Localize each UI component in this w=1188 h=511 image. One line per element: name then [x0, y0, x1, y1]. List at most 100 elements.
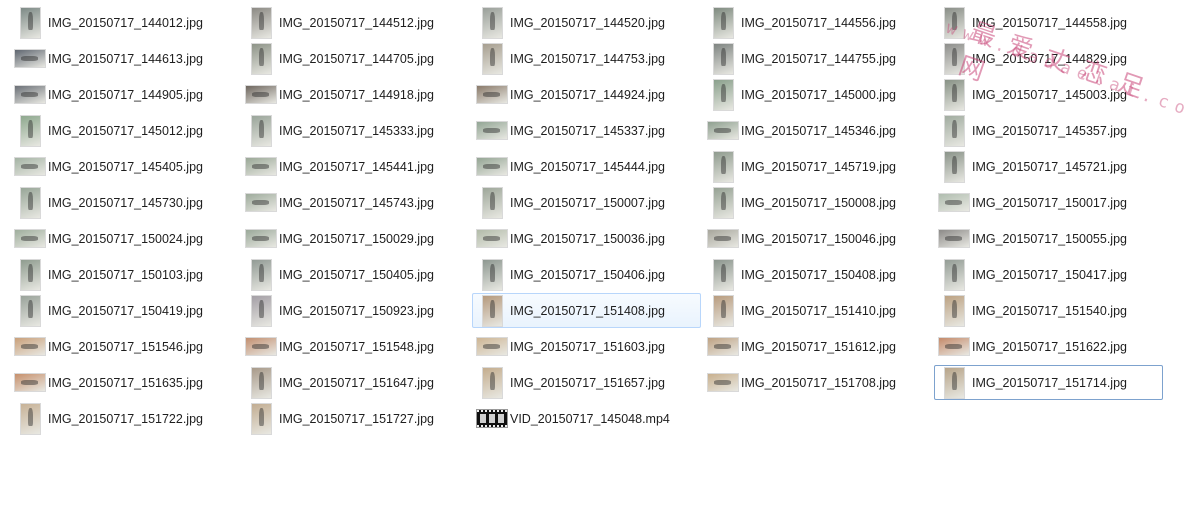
thumbnail-slot: [14, 403, 46, 435]
file-item[interactable]: IMG_20150717_145333.jpg: [241, 113, 470, 148]
file-item[interactable]: IMG_20150717_145346.jpg: [703, 113, 932, 148]
file-item[interactable]: IMG_20150717_150024.jpg: [10, 221, 239, 256]
image-thumbnail: [15, 50, 45, 67]
file-name: IMG_20150717_150024.jpg: [48, 231, 203, 246]
file-item[interactable]: IMG_20150717_145337.jpg: [472, 113, 701, 148]
file-item[interactable]: IMG_20150717_151622.jpg: [934, 329, 1163, 364]
file-item[interactable]: IMG_20150717_144512.jpg: [241, 5, 470, 40]
file-name: IMG_20150717_145444.jpg: [510, 159, 665, 174]
file-item[interactable]: IMG_20150717_145357.jpg: [934, 113, 1163, 148]
file-name: IMG_20150717_145730.jpg: [48, 195, 203, 210]
thumbnail-slot: [245, 7, 277, 39]
image-thumbnail: [708, 338, 738, 355]
thumbnail-slot: [938, 7, 970, 39]
file-item[interactable]: IMG_20150717_151612.jpg: [703, 329, 932, 364]
file-item[interactable]: IMG_20150717_144918.jpg: [241, 77, 470, 112]
file-item[interactable]: IMG_20150717_144613.jpg: [10, 41, 239, 76]
file-name: VID_20150717_145048.mp4: [510, 411, 670, 426]
file-item[interactable]: IMG_20150717_151647.jpg: [241, 365, 470, 400]
thumbnail-slot: [707, 79, 739, 111]
file-item[interactable]: VID_20150717_145048.mp4: [472, 401, 701, 436]
file-item[interactable]: IMG_20150717_144558.jpg: [934, 5, 1163, 40]
image-thumbnail: [20, 7, 40, 38]
image-thumbnail: [15, 86, 45, 103]
file-item[interactable]: IMG_20150717_151635.jpg: [10, 365, 239, 400]
file-item[interactable]: IMG_20150717_150036.jpg: [472, 221, 701, 256]
file-item[interactable]: IMG_20150717_151603.jpg: [472, 329, 701, 364]
image-thumbnail: [20, 403, 40, 434]
file-item[interactable]: IMG_20150717_144829.jpg: [934, 41, 1163, 76]
file-item[interactable]: IMG_20150717_145743.jpg: [241, 185, 470, 220]
file-item[interactable]: IMG_20150717_145444.jpg: [472, 149, 701, 184]
file-name: IMG_20150717_150046.jpg: [741, 231, 896, 246]
file-item[interactable]: IMG_20150717_144924.jpg: [472, 77, 701, 112]
file-item[interactable]: IMG_20150717_150417.jpg: [934, 257, 1163, 292]
file-name: IMG_20150717_145346.jpg: [741, 123, 896, 138]
thumbnail-slot: [476, 187, 508, 219]
file-item[interactable]: IMG_20150717_151722.jpg: [10, 401, 239, 436]
file-item[interactable]: IMG_20150717_145719.jpg: [703, 149, 932, 184]
thumbnail-slot: [14, 223, 46, 255]
file-name: IMG_20150717_145405.jpg: [48, 159, 203, 174]
file-item[interactable]: IMG_20150717_144705.jpg: [241, 41, 470, 76]
file-item[interactable]: IMG_20150717_145730.jpg: [10, 185, 239, 220]
file-item[interactable]: IMG_20150717_151546.jpg: [10, 329, 239, 364]
file-item[interactable]: IMG_20150717_151727.jpg: [241, 401, 470, 436]
file-item[interactable]: IMG_20150717_150408.jpg: [703, 257, 932, 292]
file-name: IMG_20150717_150923.jpg: [279, 303, 434, 318]
file-item[interactable]: IMG_20150717_150017.jpg: [934, 185, 1163, 220]
file-name: IMG_20150717_145721.jpg: [972, 159, 1127, 174]
file-item[interactable]: IMG_20150717_150029.jpg: [241, 221, 470, 256]
thumbnail-slot: [707, 7, 739, 39]
file-item[interactable]: IMG_20150717_150007.jpg: [472, 185, 701, 220]
file-name: IMG_20150717_150036.jpg: [510, 231, 665, 246]
file-item[interactable]: IMG_20150717_151408.jpg: [472, 293, 701, 328]
file-item[interactable]: IMG_20150717_150055.jpg: [934, 221, 1163, 256]
thumbnail-slot: [476, 151, 508, 183]
file-name: IMG_20150717_145012.jpg: [48, 123, 203, 138]
file-item[interactable]: IMG_20150717_151708.jpg: [703, 365, 932, 400]
file-item[interactable]: IMG_20150717_151548.jpg: [241, 329, 470, 364]
file-item[interactable]: IMG_20150717_150923.jpg: [241, 293, 470, 328]
thumbnail-slot: [14, 187, 46, 219]
file-item[interactable]: IMG_20150717_145721.jpg: [934, 149, 1163, 184]
thumbnail-slot: [476, 43, 508, 75]
file-item[interactable]: IMG_20150717_145003.jpg: [934, 77, 1163, 112]
file-item[interactable]: IMG_20150717_144755.jpg: [703, 41, 932, 76]
file-name: IMG_20150717_151408.jpg: [510, 303, 665, 318]
image-thumbnail: [246, 230, 276, 247]
file-item[interactable]: IMG_20150717_151540.jpg: [934, 293, 1163, 328]
file-name: IMG_20150717_151727.jpg: [279, 411, 434, 426]
file-name: IMG_20150717_144512.jpg: [279, 15, 434, 30]
file-name: IMG_20150717_151722.jpg: [48, 411, 203, 426]
file-item[interactable]: IMG_20150717_151714.jpg: [934, 365, 1163, 400]
file-item[interactable]: IMG_20150717_151657.jpg: [472, 365, 701, 400]
thumbnail-slot: [14, 7, 46, 39]
image-thumbnail: [20, 295, 40, 326]
file-item[interactable]: IMG_20150717_145441.jpg: [241, 149, 470, 184]
file-item[interactable]: IMG_20150717_151410.jpg: [703, 293, 932, 328]
file-item[interactable]: IMG_20150717_150103.jpg: [10, 257, 239, 292]
file-item[interactable]: IMG_20150717_150008.jpg: [703, 185, 932, 220]
image-thumbnail: [482, 367, 502, 398]
file-item[interactable]: IMG_20150717_144520.jpg: [472, 5, 701, 40]
file-item[interactable]: IMG_20150717_145012.jpg: [10, 113, 239, 148]
file-item[interactable]: IMG_20150717_150405.jpg: [241, 257, 470, 292]
thumbnail-slot: [245, 259, 277, 291]
file-item[interactable]: IMG_20150717_145405.jpg: [10, 149, 239, 184]
file-item[interactable]: IMG_20150717_150046.jpg: [703, 221, 932, 256]
image-thumbnail: [939, 230, 969, 247]
file-item[interactable]: IMG_20150717_144905.jpg: [10, 77, 239, 112]
file-item[interactable]: IMG_20150717_145000.jpg: [703, 77, 932, 112]
thumbnail-slot: [707, 151, 739, 183]
file-item[interactable]: IMG_20150717_144556.jpg: [703, 5, 932, 40]
file-item[interactable]: IMG_20150717_150419.jpg: [10, 293, 239, 328]
file-item[interactable]: IMG_20150717_144012.jpg: [10, 5, 239, 40]
image-thumbnail: [251, 43, 271, 74]
file-item[interactable]: IMG_20150717_150406.jpg: [472, 257, 701, 292]
thumbnail-slot: [938, 187, 970, 219]
file-item[interactable]: IMG_20150717_144753.jpg: [472, 41, 701, 76]
file-name: IMG_20150717_151410.jpg: [741, 303, 896, 318]
file-name: IMG_20150717_150007.jpg: [510, 195, 665, 210]
thumbnail-slot: [14, 331, 46, 363]
